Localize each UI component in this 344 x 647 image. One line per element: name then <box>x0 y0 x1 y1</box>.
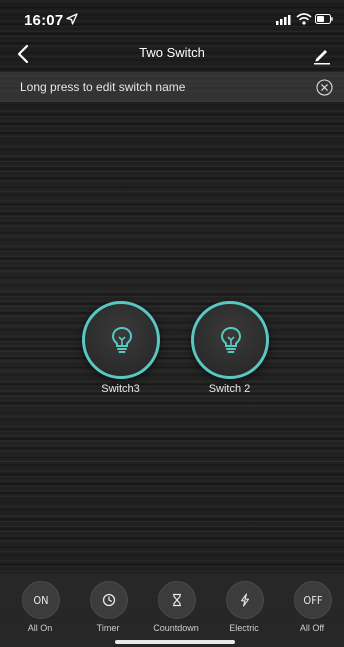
all-off-icon[interactable]: OFF <box>294 581 332 619</box>
hint-banner: Long press to edit switch name <box>0 72 344 102</box>
countdown-label: Countdown <box>153 623 199 633</box>
all-on-label: All On <box>27 623 53 633</box>
location-arrow-icon <box>66 13 78 25</box>
electric-button[interactable]: Electric <box>209 581 279 641</box>
switch-button-1[interactable] <box>82 301 160 379</box>
timer-label: Timer <box>96 623 120 633</box>
bottom-toolbar: ON All On Timer Countdown Electric OFF A… <box>0 573 344 647</box>
clock-icon[interactable] <box>90 581 128 619</box>
page-title: Two Switch <box>139 45 205 60</box>
switch-button-2[interactable] <box>191 301 269 379</box>
edit-pencil-icon[interactable] <box>312 45 332 65</box>
battery-icon <box>315 14 333 24</box>
hourglass-icon[interactable] <box>158 581 196 619</box>
status-time: 16:07 <box>24 12 64 29</box>
wifi-icon <box>296 13 312 25</box>
lightbulb-icon <box>220 326 242 353</box>
cellular-signal-icon <box>276 15 291 25</box>
lightbulb-icon <box>111 326 133 353</box>
countdown-button[interactable]: Countdown <box>141 581 211 641</box>
home-indicator[interactable] <box>115 640 235 644</box>
all-on-button[interactable]: ON All On <box>5 581 75 641</box>
all-on-icon[interactable]: ON <box>22 581 60 619</box>
status-bar: 16:07 <box>0 0 344 40</box>
close-circle-icon[interactable] <box>316 79 333 96</box>
electric-label: Electric <box>229 623 259 633</box>
navigation-bar: Two Switch <box>0 40 344 70</box>
hint-text: Long press to edit switch name <box>20 80 186 94</box>
screen: 16:07 Two Switch Long press to edit swit… <box>0 0 344 647</box>
timer-button[interactable]: Timer <box>73 581 143 641</box>
switch-label-2: Switch 2 <box>208 383 251 395</box>
all-off-label: All Off <box>299 623 325 633</box>
all-off-button[interactable]: OFF All Off <box>277 581 344 641</box>
lightning-icon[interactable] <box>226 581 264 619</box>
switch-label-1: Switch3 <box>101 383 140 395</box>
